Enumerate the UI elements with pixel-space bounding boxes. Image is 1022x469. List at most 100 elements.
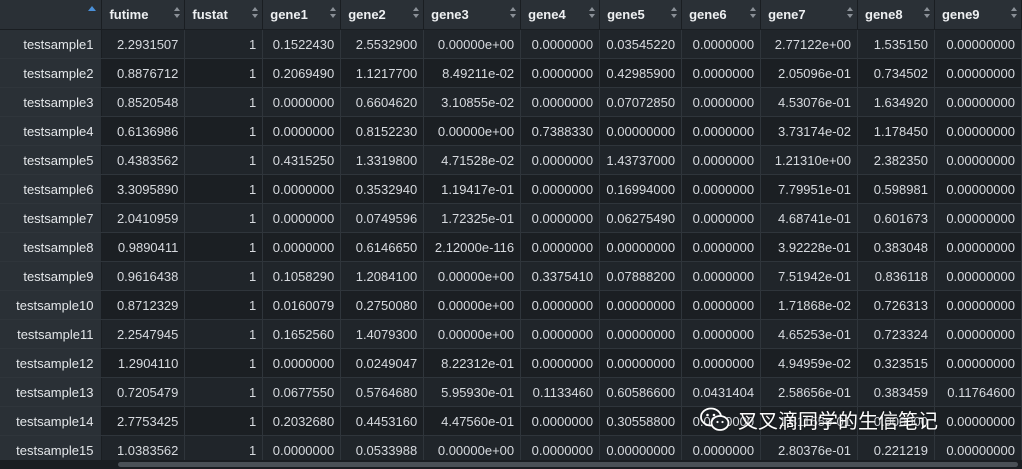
table-cell: 0.0000000 (520, 174, 601, 204)
horizontal-scrollbar[interactable] (0, 460, 1022, 469)
table-cell: 1 (184, 406, 264, 436)
sort-icon[interactable] (589, 6, 596, 20)
table-cell: 3.3095890 (101, 174, 186, 204)
table-cell: 0.9890411 (101, 232, 186, 262)
table-row[interactable]: testsample7 2.0410959 1 0.0000000 0.0749596 1… (0, 203, 1022, 233)
table-cell: 7.51942e-01 (760, 261, 859, 291)
table-cell: 1.3319800 (340, 145, 425, 175)
table-cell: 1.4079300 (340, 319, 425, 349)
column-header-gene3[interactable]: gene3 (423, 0, 522, 30)
table-cell: 0.00000000 (934, 261, 1022, 291)
column-header-gene6[interactable]: gene6 (681, 0, 762, 30)
table-cell: 0.00000e+00 (423, 261, 522, 291)
table-cell: 1 (184, 348, 264, 378)
table-cell: 0.0000000 (520, 319, 601, 349)
table-body: testsample1 2.2931507 1 0.1522430 2.5532900 0… (0, 29, 1022, 465)
column-header-gene1[interactable]: gene1 (262, 0, 342, 30)
column-header-gene5[interactable]: gene5 (599, 0, 683, 30)
column-header-rownames[interactable] (0, 0, 103, 30)
column-header-fustat[interactable]: fustat (184, 0, 264, 30)
table-cell: 2.0410959 (101, 203, 186, 233)
table-row[interactable]: testsample10 0.8712329 1 0.0160079 0.2750080… (0, 290, 1022, 320)
column-header-gene8[interactable]: gene8 (857, 0, 935, 30)
table-cell: 0.0000000 (520, 29, 601, 59)
sort-icon[interactable] (923, 6, 930, 20)
table-cell: 0.0000000 (520, 87, 601, 117)
column-header-gene2[interactable]: gene2 (340, 0, 425, 30)
sort-icon[interactable] (750, 6, 757, 20)
table-cell: 0.00000000 (934, 232, 1022, 262)
table-row[interactable]: testsample6 3.3095890 1 0.0000000 0.3532940 1… (0, 174, 1022, 204)
table-cell: 0.723324 (857, 319, 935, 349)
row-name: testsample9 (0, 261, 103, 291)
column-header-gene9[interactable]: gene9 (934, 0, 1022, 30)
table-cell: 0.00000000 (934, 406, 1022, 436)
column-header-gene7[interactable]: gene7 (760, 0, 859, 30)
table-row[interactable]: testsample12 1.2904110 1 0.0000000 0.0249047… (0, 348, 1022, 378)
table-cell: 0.6604620 (340, 87, 425, 117)
table-cell: 0.383048 (857, 232, 935, 262)
table-cell: 0.0431404 (681, 377, 762, 407)
table-cell: 0.00000000 (934, 319, 1022, 349)
table-row[interactable]: testsample11 2.2547945 1 0.1652560 1.4079300… (0, 319, 1022, 349)
column-header-label: gene6 (689, 7, 727, 22)
table-cell: 0.00000000 (599, 232, 683, 262)
table-cell: 0.1522430 (262, 29, 342, 59)
column-header-gene4[interactable]: gene4 (520, 0, 601, 30)
sort-icon[interactable] (671, 6, 678, 20)
table-row[interactable]: testsample1 2.2931507 1 0.1522430 2.5532900 0… (0, 29, 1022, 59)
table-cell: 0.07072850 (599, 87, 683, 117)
sort-icon[interactable] (510, 6, 517, 20)
table-row[interactable]: testsample2 0.8876712 1 0.2069490 1.1217700 8… (0, 58, 1022, 88)
table-cell: 0.00000000 (599, 290, 683, 320)
table-row[interactable]: testsample14 2.7753425 1 0.2032680 0.4453160… (0, 406, 1022, 436)
table-cell: 1.535150 (857, 29, 935, 59)
table-cell: 0.4315250 (262, 145, 342, 175)
row-name: testsample11 (0, 319, 103, 349)
table-row[interactable]: testsample13 0.7205479 1 0.0677550 0.5764680… (0, 377, 1022, 407)
table-row[interactable]: testsample3 0.8520548 1 0.0000000 0.6604620 3… (0, 87, 1022, 117)
column-header-label: gene7 (768, 7, 806, 22)
table-cell: 0.00000e+00 (423, 116, 522, 146)
table-cell: 1.2904110 (101, 348, 186, 378)
table-cell: 0.0000000 (681, 406, 762, 436)
table-cell: 3.10855e-02 (423, 87, 522, 117)
scrollbar-thumb[interactable] (118, 462, 1018, 467)
table-cell: 0.00000000 (934, 116, 1022, 146)
sort-icon[interactable] (330, 6, 337, 20)
table-cell: 0.06275490 (599, 203, 683, 233)
column-header-label: gene4 (528, 7, 566, 22)
sort-ascending-icon[interactable] (88, 6, 96, 11)
sort-icon[interactable] (847, 6, 854, 20)
table-cell: 0.3532940 (340, 174, 425, 204)
table-cell: 0.0000000 (681, 290, 762, 320)
table-cell: 1 (184, 87, 264, 117)
table-cell: 1 (184, 174, 264, 204)
table-row[interactable]: testsample4 0.6136986 1 0.0000000 0.8152230 0… (0, 116, 1022, 146)
sort-icon[interactable] (1011, 6, 1017, 20)
table-cell: 2.2547945 (101, 319, 186, 349)
table-cell: 0.0000000 (520, 290, 601, 320)
table-row[interactable]: testsample5 0.4383562 1 0.4315250 1.3319800 4… (0, 145, 1022, 175)
sort-icon[interactable] (252, 6, 259, 20)
table-cell: 0.00000000 (934, 29, 1022, 59)
table-cell: 4.94959e-02 (760, 348, 859, 378)
table-cell: 1 (184, 377, 264, 407)
sort-icon[interactable] (413, 6, 420, 20)
table-cell: 0.0000000 (681, 232, 762, 262)
table-cell: 0.8152230 (340, 116, 425, 146)
table-row[interactable]: testsample8 0.9890411 1 0.0000000 0.6146650 2… (0, 232, 1022, 262)
table-cell: 2.58656e-01 (760, 377, 859, 407)
table-cell: 0.00000000 (934, 203, 1022, 233)
table-cell: 1.1217700 (340, 58, 425, 88)
table-row[interactable]: testsample9 0.9616438 1 0.1058290 1.2084100 0… (0, 261, 1022, 291)
table-cell: 0.1133460 (520, 377, 601, 407)
table-cell: 0.00000000 (599, 319, 683, 349)
table-cell: 1.634920 (857, 87, 935, 117)
table-cell: 1 (184, 116, 264, 146)
table-cell: 0.0000000 (681, 348, 762, 378)
sort-icon[interactable] (174, 6, 181, 20)
table-cell: 0.6136986 (101, 116, 186, 146)
column-header-futime[interactable]: futime (101, 0, 186, 30)
table-cell: 0.2750080 (340, 290, 425, 320)
